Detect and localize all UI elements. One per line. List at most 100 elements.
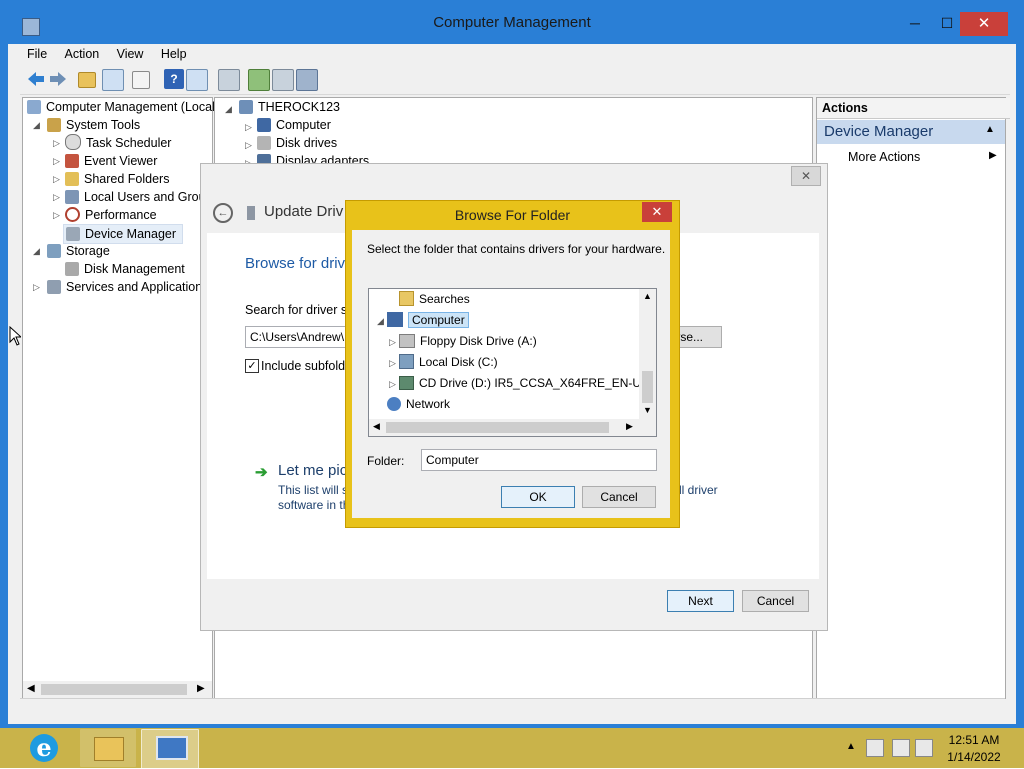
back-arrow-icon[interactable]: ← (213, 203, 233, 223)
collapse-arrow-icon[interactable]: ◢ (33, 246, 40, 257)
up-folder-icon[interactable] (78, 72, 96, 88)
maximize-button[interactable]: ☐ (932, 12, 962, 34)
tree-item-shared-folders[interactable]: Shared Folders (65, 170, 169, 188)
internet-explorer-icon[interactable]: e (18, 729, 74, 767)
network-status-icon[interactable] (892, 739, 910, 757)
menu-view[interactable]: View (110, 44, 151, 64)
more-actions-item[interactable]: More Actions ▶ (817, 148, 1005, 166)
expand-arrow-icon[interactable]: ▷ (245, 140, 252, 151)
scan-hardware-icon[interactable] (218, 69, 240, 91)
tree-item-local-users[interactable]: Local Users and Group (65, 188, 213, 206)
let-me-pick-desc: This list will s (278, 483, 349, 497)
computer-icon (387, 312, 403, 327)
scroll-left-icon[interactable]: ◀ (373, 421, 380, 432)
expand-arrow-icon[interactable]: ▷ (53, 156, 60, 167)
collapse-arrow-icon[interactable]: ◢ (225, 104, 232, 115)
file-explorer-icon[interactable] (80, 729, 136, 767)
console-tree[interactable]: Computer Management (Local ◢ System Tool… (22, 97, 215, 699)
folder-item-network[interactable]: Network (387, 395, 450, 414)
title-bar[interactable]: Computer Management ─ ☐ ✕ (0, 0, 1024, 44)
scrollbar-thumb[interactable] (386, 422, 609, 433)
performance-icon (65, 207, 80, 222)
tree-item-label: Services and Applications (66, 280, 209, 294)
cancel-button[interactable]: Cancel (742, 590, 809, 612)
browse-dialog-title: Browse For Folder (454, 207, 571, 223)
tree-item-computer-management[interactable]: Computer Management (Local (27, 98, 215, 116)
tree-horizontal-scrollbar[interactable]: ◀ ▶ (23, 681, 212, 698)
action-pane-icon[interactable] (186, 69, 208, 91)
scroll-down-icon[interactable]: ▼ (643, 405, 652, 415)
folder-input[interactable]: Computer (421, 449, 657, 471)
let-me-pick-link[interactable]: Let me pic (278, 462, 347, 479)
forward-icon[interactable] (48, 69, 68, 89)
device-root-label: THEROCK123 (258, 100, 340, 114)
expand-arrow-icon[interactable]: ▷ (53, 192, 60, 203)
device-category-computer[interactable]: Computer (257, 116, 331, 134)
expand-arrow-icon[interactable]: ▷ (389, 337, 396, 348)
clock-date[interactable]: 1/14/2022 (944, 750, 1004, 764)
scroll-left-icon[interactable]: ◀ (27, 683, 35, 694)
close-button[interactable]: ✕ (960, 12, 1008, 36)
tree-item-task-scheduler[interactable]: Task Scheduler (65, 134, 171, 152)
back-icon[interactable] (26, 69, 46, 89)
browse-cancel-button[interactable]: Cancel (582, 486, 656, 508)
update-driver-icon[interactable] (248, 69, 270, 91)
folder-item-computer[interactable]: Computer (387, 311, 469, 330)
folder-tree[interactable]: Searches ◢ Computer ▷ Floppy Disk Drive … (368, 288, 657, 437)
collapse-triangle-icon[interactable]: ▲ (985, 124, 995, 135)
tree-item-label: Shared Folders (84, 172, 170, 186)
show-hide-console-tree-icon[interactable] (102, 69, 124, 91)
computer-management-icon[interactable] (141, 729, 199, 769)
tree-item-services-applications[interactable]: Services and Applications (47, 278, 208, 296)
browse-dialog-close-button[interactable]: ✕ (642, 202, 672, 222)
menu-file[interactable]: File (20, 44, 54, 64)
collapse-arrow-icon[interactable]: ◢ (377, 316, 384, 327)
action-center-icon[interactable] (866, 739, 884, 757)
tree-item-storage[interactable]: Storage (47, 242, 110, 260)
folder-item-local-disk[interactable]: Local Disk (C:) (399, 353, 498, 372)
tree-item-disk-management[interactable]: Disk Management (65, 260, 185, 278)
uninstall-device-icon[interactable] (296, 69, 318, 91)
scroll-up-icon[interactable]: ▲ (643, 291, 652, 301)
help-icon[interactable]: ? (164, 69, 184, 89)
expand-arrow-icon[interactable]: ▷ (389, 379, 396, 390)
tree-item-device-manager[interactable]: Device Manager (63, 224, 184, 244)
folder-item-floppy[interactable]: Floppy Disk Drive (A:) (399, 332, 537, 351)
driver-path-input[interactable]: C:\Users\Andrew\ (245, 326, 347, 348)
tree-item-system-tools[interactable]: System Tools (47, 116, 140, 134)
folder-item-cd-drive[interactable]: CD Drive (D:) IR5_CCSA_X64FRE_EN-US_DV (399, 374, 656, 393)
include-subfolders-checkbox[interactable]: ✓ (245, 359, 259, 373)
scrollbar-thumb[interactable] (642, 371, 653, 403)
expand-arrow-icon[interactable]: ▷ (53, 138, 60, 149)
expand-arrow-icon[interactable]: ▷ (389, 358, 396, 369)
expand-arrow-icon[interactable]: ▷ (33, 282, 40, 293)
disable-device-icon[interactable] (272, 69, 294, 91)
dialog-close-button[interactable]: ✕ (791, 166, 821, 186)
menu-help[interactable]: Help (154, 44, 194, 64)
scroll-right-icon[interactable]: ▶ (197, 683, 205, 694)
browse-instruction: Select the folder that contains drivers … (367, 242, 666, 256)
minimize-button[interactable]: ─ (900, 12, 930, 34)
folder-item-searches[interactable]: Searches (399, 290, 470, 309)
folder-tree-vertical-scrollbar[interactable]: ▲ ▼ (639, 289, 656, 419)
device-category-disk-drives[interactable]: Disk drives (257, 134, 337, 152)
menu-action[interactable]: Action (58, 44, 107, 64)
scroll-right-icon[interactable]: ▶ (626, 421, 633, 432)
tree-item-performance[interactable]: Performance (65, 206, 157, 224)
scrollbar-thumb[interactable] (41, 684, 187, 695)
cd-drive-icon (399, 376, 414, 390)
folder-tree-horizontal-scrollbar[interactable]: ◀ ▶ (369, 419, 656, 436)
tree-item-event-viewer[interactable]: Event Viewer (65, 152, 157, 170)
collapse-arrow-icon[interactable]: ◢ (33, 120, 40, 131)
expand-arrow-icon[interactable]: ▷ (245, 122, 252, 133)
device-root[interactable]: THEROCK123 (239, 98, 340, 116)
next-button[interactable]: Next (667, 590, 734, 612)
expand-arrow-icon[interactable]: ▷ (53, 174, 60, 185)
actions-section-device-manager[interactable]: Device Manager ▲ (817, 120, 1005, 144)
show-hidden-icons[interactable]: ▲ (846, 741, 856, 752)
properties-icon[interactable] (132, 71, 150, 89)
expand-arrow-icon[interactable]: ▷ (53, 210, 60, 221)
volume-icon[interactable] (915, 739, 933, 757)
ok-button[interactable]: OK (501, 486, 575, 508)
clock-time[interactable]: 12:51 AM (946, 733, 1002, 747)
